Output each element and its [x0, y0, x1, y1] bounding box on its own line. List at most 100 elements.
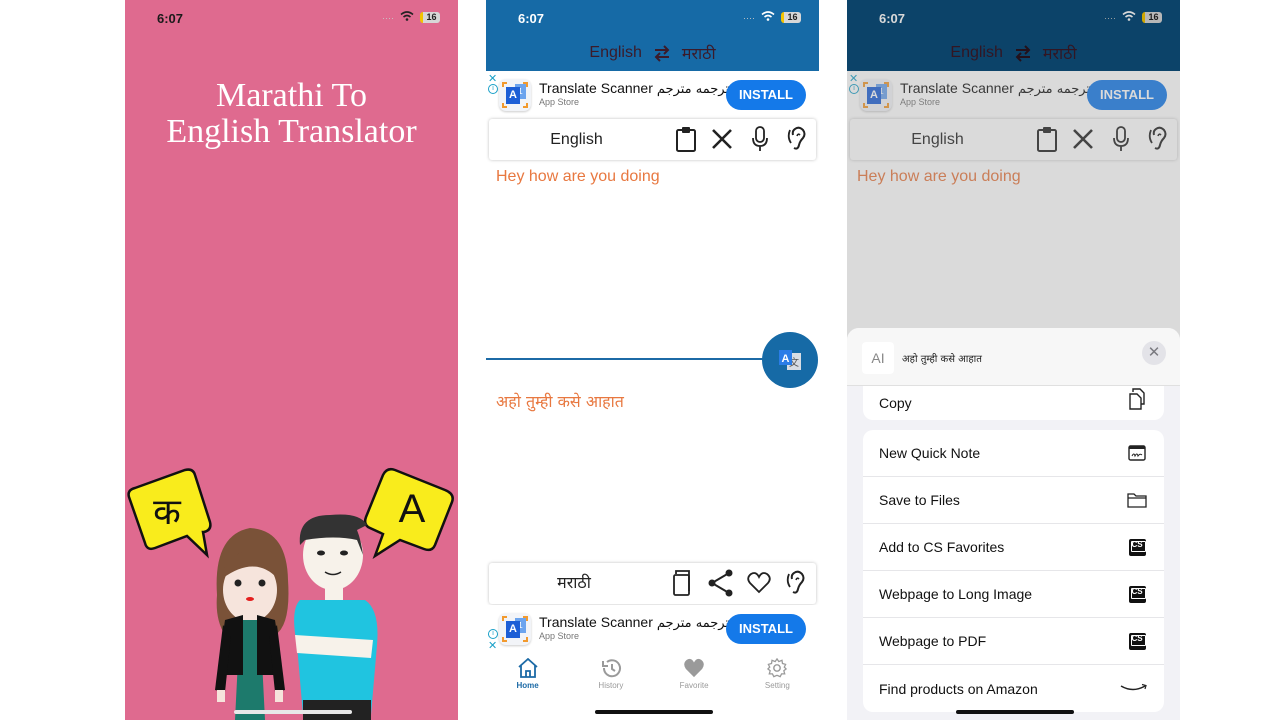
speech-bubble-english: A — [363, 467, 454, 560]
bottom-tab-bar: Home History Favorite Setting — [486, 652, 819, 702]
bubble-letter-ka: क — [153, 492, 182, 533]
share-sheet: AI अहो तुम्ही कसे आहात ✕ Copy New Quick … — [847, 328, 1180, 720]
output-language-label: मराठी — [557, 575, 591, 592]
action-label: Find products on Amazon — [879, 680, 1038, 697]
screenshot-stage: 6:07 ···· 16 Marathi To English Translat… — [0, 0, 1280, 720]
input-toolbar: English — [489, 119, 816, 160]
ear-icon[interactable] — [782, 569, 810, 597]
gear-icon — [767, 658, 788, 678]
ad-info-icon[interactable]: i — [488, 84, 498, 94]
splash-illustration: क A — [127, 467, 454, 720]
clear-icon[interactable] — [708, 125, 736, 153]
share-action-webpage-to-pdf[interactable]: Webpage to PDF CS — [863, 618, 1164, 665]
splash-title-line2: English Translator — [166, 113, 417, 150]
ad-store-label: App Store — [539, 631, 580, 641]
boy-character — [294, 514, 378, 720]
input-language-label: English — [550, 131, 603, 148]
clipboard-icon[interactable] — [672, 125, 700, 153]
close-icon[interactable]: ✕ — [1142, 341, 1166, 365]
ad-store-label: App Store — [539, 97, 580, 107]
translator-screen: 6:07 ···· 16 English मराठी ✕ i 1A Transl… — [486, 0, 819, 720]
tab-label: Home — [516, 681, 539, 690]
share-action-copy[interactable]: Copy — [863, 386, 1164, 420]
share-sheet-header: AI अहो तुम्ही कसे आहात ✕ — [847, 328, 1180, 386]
splash-title: Marathi To English Translator — [125, 78, 458, 150]
share-action-webpage-to-long-image[interactable]: Webpage to Long Image CS — [863, 571, 1164, 618]
output-toolbar: मराठी — [489, 563, 816, 604]
section-divider — [486, 358, 776, 360]
cellular-signal-icon: ···· — [382, 13, 394, 23]
text-preview-icon: AI — [862, 342, 894, 374]
ad-install-button[interactable]: INSTALL — [726, 614, 806, 644]
favorite-heart-icon[interactable] — [745, 569, 773, 597]
share-preview-text: अहो तुम्ही कसे आहात — [902, 354, 982, 365]
language-switcher: English मराठी — [486, 42, 819, 64]
splash-screen: 6:07 ···· 16 Marathi To English Translat… — [125, 0, 458, 720]
cellular-signal-icon: ···· — [743, 13, 755, 23]
ad-app-name-urdu: ترجمه مترجم — [656, 82, 730, 97]
tab-favorite[interactable]: Favorite — [653, 652, 736, 702]
actions-group: New Quick Note Save to Files Add to CS F… — [863, 430, 1164, 712]
swap-arrows-icon[interactable] — [652, 43, 672, 63]
ad-install-button[interactable]: INSTALL — [726, 80, 806, 110]
dim-overlay-header — [847, 0, 1180, 71]
status-time: 6:07 — [518, 11, 545, 26]
action-label: Webpage to Long Image — [879, 586, 1033, 602]
splash-title-line1: Marathi To — [216, 77, 367, 114]
target-language-button[interactable]: मराठी — [682, 42, 716, 64]
amazon-icon — [1120, 678, 1148, 698]
status-bar: 6:07 ···· 16 — [486, 0, 819, 36]
source-language-button[interactable]: English — [589, 44, 641, 62]
tab-label: History — [598, 681, 624, 690]
home-indicator — [234, 710, 352, 714]
ad-banner-bottom[interactable]: i ✕ 1A Translate Scanner ترجمه مترجم App … — [486, 605, 819, 652]
ear-icon[interactable] — [783, 125, 811, 153]
action-label: Save to Files — [879, 492, 960, 508]
ad-info-icon[interactable]: i — [488, 629, 498, 639]
action-label: Copy — [879, 395, 912, 411]
share-action-new-quick-note[interactable]: New Quick Note — [863, 430, 1164, 477]
ad-banner-top[interactable]: ✕ i 1A Translate Scanner ترجمه مترجم App … — [486, 71, 819, 118]
cs-icon: CS — [1126, 537, 1148, 557]
ad-app-icon: 1A — [499, 79, 531, 111]
bubble-letter-a: A — [399, 487, 426, 531]
status-bar: 6:07 ···· 16 — [125, 0, 458, 36]
cs-icon: CS — [1126, 584, 1148, 604]
tab-label: Favorite — [679, 681, 709, 690]
wifi-icon — [400, 11, 414, 21]
battery-indicator: 16 — [781, 12, 801, 23]
wifi-icon — [761, 11, 775, 21]
history-icon — [601, 659, 621, 678]
quick-note-icon — [1126, 443, 1148, 463]
tab-home[interactable]: Home — [486, 652, 569, 702]
share-action-find-products-on-amazon[interactable]: Find products on Amazon — [863, 665, 1164, 712]
status-time: 6:07 — [157, 11, 184, 26]
ad-app-name: Translate Scanner — [539, 80, 653, 96]
app-header: 6:07 ···· 16 English मराठी — [486, 0, 819, 71]
translate-button[interactable]: 文A — [762, 332, 818, 388]
ad-close-icon[interactable]: ✕ — [488, 639, 497, 652]
share-action-add-to-cs-favorites[interactable]: Add to CS Favorites CS — [863, 524, 1164, 571]
share-action-save-to-files[interactable]: Save to Files — [863, 477, 1164, 524]
ad-app-name: Translate Scanner — [539, 614, 653, 630]
copy-group: Copy — [863, 386, 1164, 420]
action-label: Webpage to PDF — [879, 633, 987, 649]
folder-icon — [1126, 490, 1148, 510]
share-sheet-screen: 6:07 ···· 16 English मराठी ✕ i 1A Transl… — [847, 0, 1180, 720]
speech-bubble-marathi: क — [127, 468, 212, 559]
svg-text:A: A — [782, 353, 790, 365]
cs-icon: CS — [1126, 631, 1148, 651]
tab-setting[interactable]: Setting — [736, 652, 819, 702]
microphone-icon[interactable] — [746, 125, 774, 153]
share-icon[interactable] — [707, 569, 735, 597]
home-indicator — [595, 710, 713, 714]
copy-icon — [1126, 388, 1148, 410]
copy-icon[interactable] — [669, 569, 697, 597]
translated-text-output: अहो तुम्ही कसे आहात — [496, 392, 624, 411]
source-text-input[interactable]: Hey how are you doing — [496, 168, 660, 186]
action-label: Add to CS Favorites — [879, 539, 1005, 555]
girl-character — [215, 528, 289, 720]
tab-label: Setting — [764, 681, 790, 690]
battery-indicator: 16 — [420, 12, 440, 23]
tab-history[interactable]: History — [569, 652, 652, 702]
